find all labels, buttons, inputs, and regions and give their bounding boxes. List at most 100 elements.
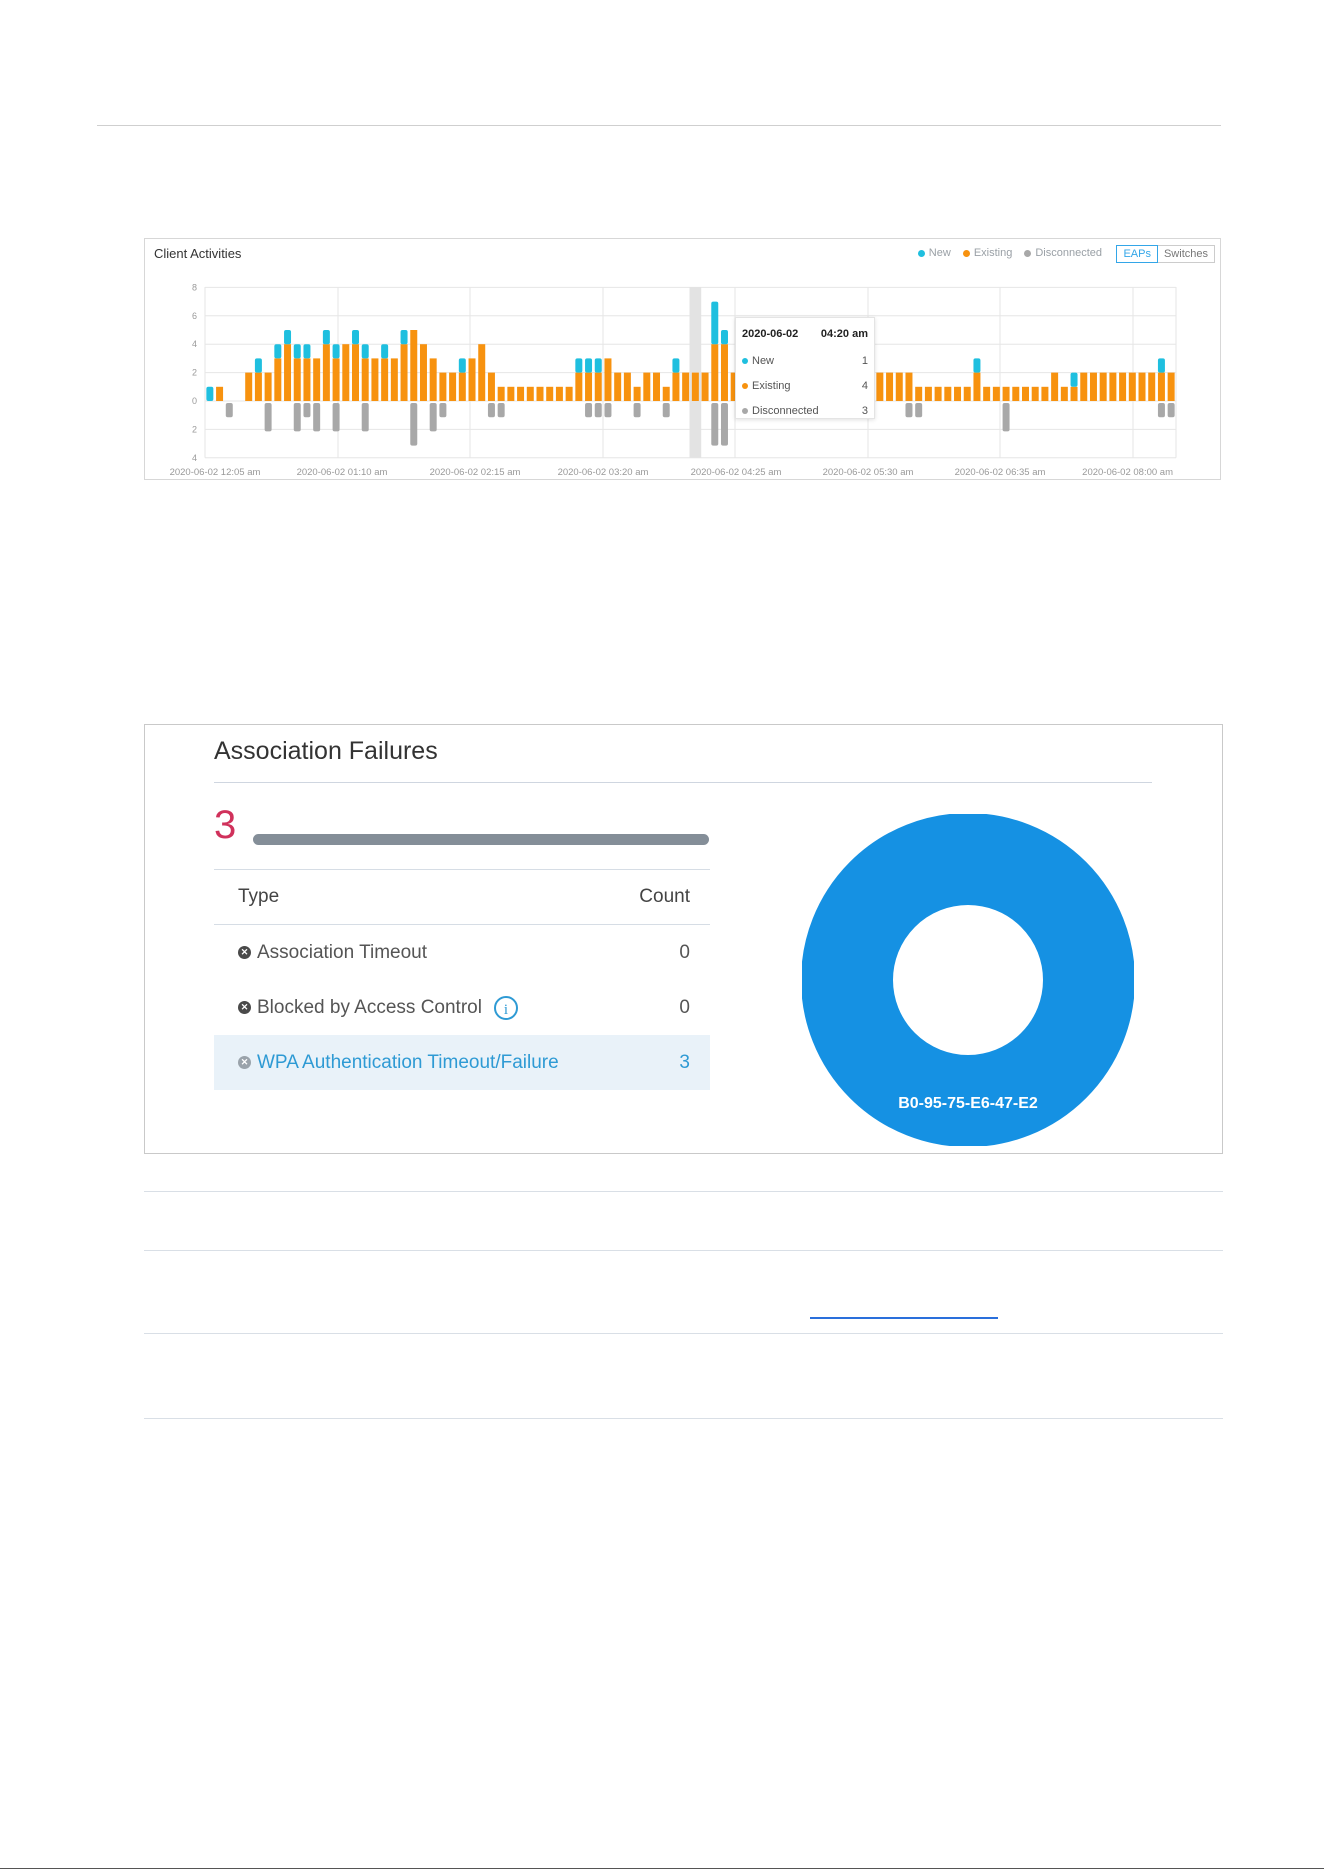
bar-new (274, 344, 282, 359)
bar-existing (371, 358, 379, 401)
tooltip-header: 2020-06-02 04:20 am (742, 328, 868, 340)
bar-existing (643, 372, 651, 401)
y-tick-label: 2 (192, 368, 197, 378)
bar-existing (1109, 372, 1117, 401)
info-icon[interactable]: i (493, 995, 518, 1020)
bar-new (254, 358, 262, 373)
bar-existing (254, 372, 262, 401)
bar-disconnected (264, 403, 272, 432)
bar-existing (944, 386, 952, 401)
tooltip-label: Disconnected (752, 405, 819, 417)
bar-existing (555, 386, 563, 401)
bar-new (293, 344, 301, 359)
bar-new (1157, 358, 1165, 373)
association-failures-panel: Association Failures 3 Type Count ✕ Assoc… (144, 724, 1223, 1154)
x-tick-label: 2020-06-02 04:25 am (691, 467, 782, 478)
bar-existing (429, 358, 437, 401)
bar-new (332, 344, 340, 359)
bar-existing (915, 386, 923, 401)
y-tick-label: 6 (192, 311, 197, 321)
bar-new (575, 358, 583, 373)
tooltip-dot-icon (742, 408, 748, 414)
bar-new (322, 330, 330, 345)
tab-switches[interactable]: Switches (1157, 245, 1215, 263)
header-type: Type (238, 886, 280, 907)
x-tick-label: 2020-06-02 08:00 am (1082, 467, 1173, 478)
failure-progress-bar (253, 834, 709, 845)
row-count: 0 (679, 941, 690, 963)
bar-disconnected (1002, 403, 1010, 432)
legend-dot-icon (917, 249, 925, 257)
row-type-label: Blocked by Access Control (257, 996, 482, 1018)
bar-existing (662, 386, 670, 401)
link-underline[interactable] (810, 1317, 998, 1319)
y-tick-label: 0 (192, 396, 197, 406)
bar-disconnected (1157, 403, 1165, 418)
bar-existing (886, 372, 894, 401)
table-row-association-timeout[interactable]: ✕ Association Timeout 0 (214, 925, 710, 980)
donut-segment[interactable] (802, 814, 1134, 1146)
tooltip-time: 04:20 am (820, 328, 868, 340)
bar-disconnected (225, 403, 233, 418)
bar-existing (623, 372, 631, 401)
bar-new (585, 358, 593, 373)
legend-label: Disconnected (1035, 247, 1102, 259)
bar-new (720, 330, 728, 345)
chart-title: Client Activities (154, 246, 242, 261)
bar-existing (293, 358, 301, 401)
bar-existing (322, 344, 330, 401)
x-tick-label: 2020-06-02 01:10 am (297, 467, 388, 478)
bar-existing (352, 344, 360, 401)
bar-new (672, 358, 680, 373)
bar-existing (604, 358, 612, 401)
bar-disconnected (720, 403, 728, 446)
bar-existing (400, 344, 408, 401)
bar-existing (876, 372, 884, 401)
row-type-label: WPA Authentication Timeout/Failure (257, 1051, 559, 1073)
x-tick-label: 2020-06-02 12:05 am (170, 467, 261, 478)
failure-total-count: 3 (214, 803, 237, 847)
table-row-wpa-authentication-failure[interactable]: ✕ WPA Authentication Timeout/Failure 3 (214, 1035, 710, 1090)
bar-disconnected (332, 403, 340, 432)
bar-existing (381, 358, 389, 401)
bar-disconnected (439, 403, 447, 418)
table-row-blocked-by-access-control[interactable]: ✕ Blocked by Access Control i 0 (214, 980, 710, 1035)
bar-existing (633, 386, 641, 401)
tooltip-dot-icon (742, 383, 748, 389)
bar-existing (245, 372, 253, 401)
bar-existing (1157, 372, 1165, 401)
bar-existing (614, 372, 622, 401)
close-circle-icon: ✕ (238, 1001, 251, 1014)
bar-disconnected (585, 403, 593, 418)
bar-disconnected (361, 403, 369, 432)
bar-new (400, 330, 408, 345)
legend-item-disconnected[interactable]: Disconnected (1024, 247, 1102, 259)
bar-existing (1080, 372, 1088, 401)
failure-progress-fill (253, 834, 709, 845)
bar-disconnected (303, 403, 311, 418)
bar-new (303, 344, 311, 359)
tooltip-label: New (752, 355, 775, 367)
legend-item-existing[interactable]: Existing (962, 247, 1012, 259)
section-divider (144, 1191, 1223, 1192)
bar-existing (701, 372, 709, 401)
legend-label: New (928, 247, 951, 259)
table-header-row: Type Count (214, 870, 710, 924)
bar-existing (672, 372, 680, 401)
tab-eaps[interactable]: EAPs (1116, 245, 1158, 263)
top-divider (97, 125, 1221, 126)
legend-item-new[interactable]: New (917, 247, 951, 259)
bar-existing (711, 344, 719, 401)
bar-disconnected (293, 403, 301, 432)
panel-title: Association Failures (214, 737, 438, 765)
bar-disconnected (915, 403, 923, 418)
bar-new (594, 358, 602, 373)
bar-new (381, 344, 389, 359)
bar-existing (924, 386, 932, 401)
tooltip-value: 1 (861, 355, 868, 367)
bar-new (361, 344, 369, 359)
bar-existing (274, 358, 282, 401)
y-tick-label: 4 (192, 453, 197, 463)
bar-disconnected (604, 403, 612, 418)
bar-existing (895, 372, 903, 401)
